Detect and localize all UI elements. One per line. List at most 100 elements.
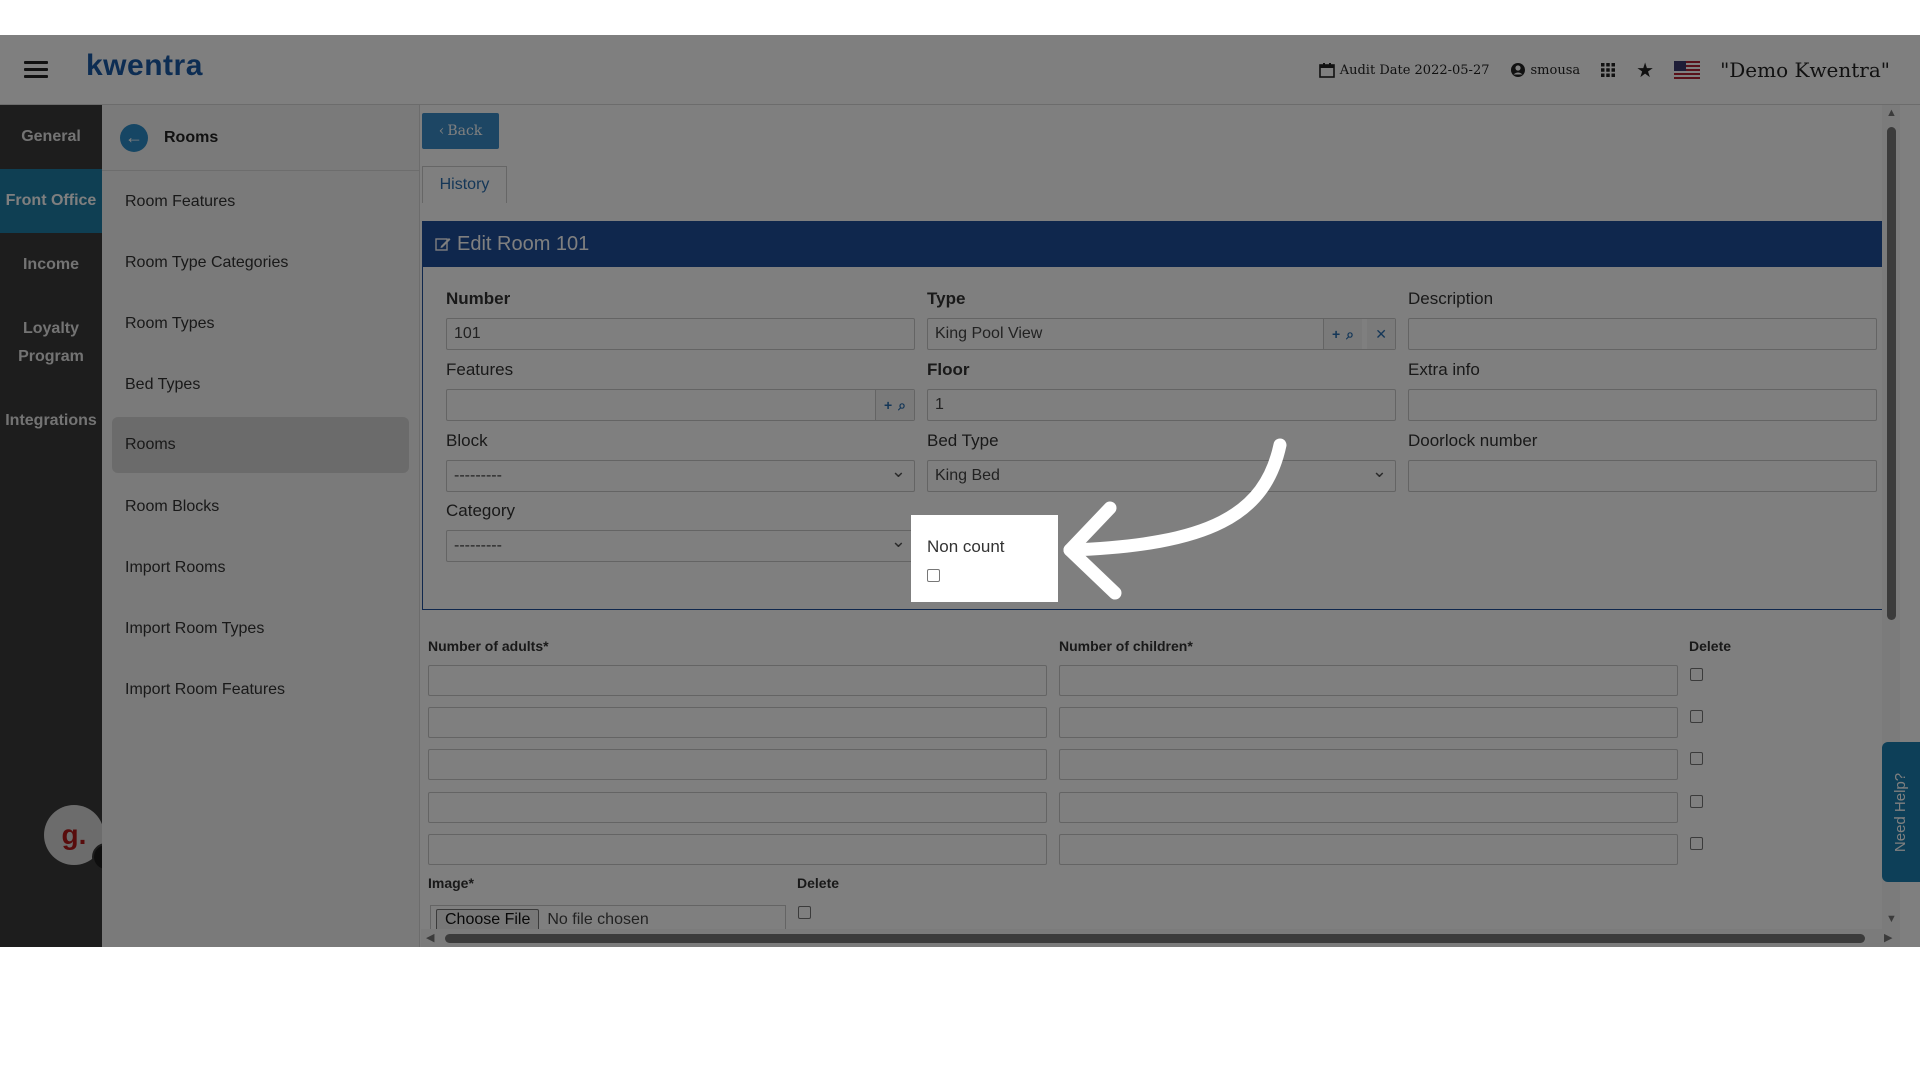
search-icon: ⌕ (898, 396, 906, 413)
rail-item-label: Loyalty Program (18, 320, 84, 365)
delete-checkbox[interactable] (1690, 752, 1703, 765)
search-icon: ⌕ (1346, 325, 1354, 342)
delete-checkbox[interactable] (1690, 668, 1703, 681)
vertical-scroll-thumb[interactable] (1887, 127, 1896, 620)
app-frame: kwentra Audit Date 2022-05-27 smousa ★ "… (0, 35, 1920, 947)
file-status: No file chosen (547, 911, 649, 928)
children-input[interactable] (1059, 749, 1678, 780)
panel-header: Edit Room 101 (423, 221, 1900, 267)
adults-input[interactable] (428, 665, 1047, 696)
adults-input[interactable] (428, 792, 1047, 823)
children-input[interactable] (1059, 665, 1678, 696)
children-input[interactable] (1059, 834, 1678, 865)
rail-item-front-office[interactable]: Front Office (0, 169, 102, 233)
star-icon[interactable]: ★ (1636, 58, 1654, 82)
rail-item-loyalty-program[interactable]: Loyalty Program (0, 297, 102, 389)
top-right-group: Audit Date 2022-05-27 smousa ★ "Demo Kwe… (1318, 35, 1890, 105)
image-column-header: Image* (428, 875, 474, 891)
features-add-search-button[interactable]: + ⌕ (874, 390, 914, 420)
subnav-header: ← Rooms (102, 105, 419, 171)
category-select[interactable]: --------- (446, 530, 915, 562)
subnav-item-bed-types[interactable]: Bed Types (102, 354, 419, 415)
adults-input[interactable] (428, 749, 1047, 780)
back-button[interactable]: ‹ Back (422, 113, 499, 149)
subnav-item-room-types[interactable]: Room Types (102, 293, 419, 354)
plus-icon: + (883, 397, 893, 413)
non-count-checkbox[interactable] (927, 569, 940, 582)
floor-input[interactable]: 1 (927, 389, 1396, 421)
image-delete-checkbox[interactable] (798, 906, 811, 919)
subnav-item-room-features[interactable]: Room Features (102, 171, 419, 232)
children-input[interactable] (1059, 707, 1678, 738)
block-select[interactable]: --------- (446, 460, 915, 492)
floor-field-group: Floor 1 (927, 360, 1396, 421)
type-label: Type (927, 289, 966, 308)
delete-checkbox[interactable] (1690, 710, 1703, 723)
sub-navigation: ← Rooms Room Features Room Type Categori… (102, 105, 420, 947)
rail-item-general[interactable]: General (0, 105, 102, 169)
subnav-item-import-rooms[interactable]: Import Rooms (102, 537, 419, 598)
number-label: Number (446, 289, 511, 308)
hotel-name[interactable]: "Demo Kwentra" (1720, 58, 1890, 82)
back-button-label: Back (447, 123, 483, 139)
edit-icon (435, 238, 451, 251)
category-field-group: Category --------- (446, 501, 915, 562)
horizontal-scroll-thumb[interactable] (445, 934, 1865, 943)
type-input[interactable]: King Pool View + ⌕ ✕ (927, 318, 1396, 350)
description-field-group: Description (1408, 289, 1877, 350)
need-help-label: Need Help? (1892, 772, 1910, 852)
us-flag-icon[interactable] (1674, 61, 1701, 79)
image-delete-column-header: Delete (797, 875, 840, 891)
app-logo[interactable]: kwentra (86, 49, 203, 83)
top-bar: kwentra Audit Date 2022-05-27 smousa ★ "… (0, 35, 1920, 105)
pointer-arrow-icon (1063, 438, 1287, 600)
adults-input[interactable] (428, 707, 1047, 738)
scroll-left-icon[interactable]: ◀ (426, 931, 434, 944)
type-clear-button[interactable]: ✕ (1367, 319, 1395, 349)
rail-item-integrations[interactable]: Integrations (0, 389, 102, 453)
audit-date[interactable]: Audit Date 2022-05-27 (1318, 62, 1490, 78)
apps-grid-icon[interactable] (1600, 62, 1616, 78)
delete-checkbox[interactable] (1690, 795, 1703, 808)
chevron-left-icon: ‹ (438, 123, 445, 139)
user-icon (1510, 63, 1525, 77)
plus-icon: + (1331, 326, 1341, 342)
subnav-item-import-room-types[interactable]: Import Room Types (102, 598, 419, 659)
close-icon: ✕ (1375, 325, 1387, 342)
arrow-left-icon[interactable]: ← (120, 123, 148, 152)
subnav-item-import-room-features[interactable]: Import Room Features (102, 659, 419, 720)
type-field-group: Type King Pool View + ⌕ ✕ (927, 289, 1396, 350)
description-input[interactable] (1408, 318, 1877, 350)
doorlock-field-group: Doorlock number (1408, 431, 1877, 492)
delete-checkbox[interactable] (1690, 837, 1703, 850)
choose-file-button[interactable]: Choose File (436, 909, 540, 931)
features-label: Features (446, 360, 514, 379)
non-count-label: Non count (927, 537, 1005, 556)
number-input[interactable]: 101 (446, 318, 915, 350)
type-add-search-button[interactable]: + ⌕ (1322, 319, 1362, 349)
tab-history[interactable]: History (422, 166, 507, 203)
extra-info-field-group: Extra info (1408, 360, 1877, 421)
subnav-item-room-blocks[interactable]: Room Blocks (102, 476, 419, 537)
scroll-down-icon[interactable]: ▼ (1886, 913, 1897, 925)
menu-icon[interactable] (24, 61, 48, 79)
scroll-right-icon[interactable]: ▶ (1884, 931, 1892, 944)
audit-date-text: Audit Date 2022-05-27 (1339, 62, 1490, 78)
scroll-up-icon[interactable]: ▲ (1886, 107, 1897, 119)
adults-column-header: Number of adults* (428, 638, 549, 654)
doorlock-input[interactable] (1408, 460, 1877, 492)
doorlock-label: Doorlock number (1408, 431, 1538, 450)
subnav-item-room-type-categories[interactable]: Room Type Categories (102, 232, 419, 293)
user-menu[interactable]: smousa (1510, 62, 1580, 78)
non-count-highlight: Non count (911, 515, 1058, 602)
adults-input[interactable] (428, 834, 1047, 865)
delete-column-header: Delete (1689, 638, 1732, 654)
features-input[interactable]: + ⌕ (446, 389, 915, 421)
horizontal-scrollbar[interactable]: ◀ ▶ (421, 929, 1900, 947)
rail-item-income[interactable]: Income (0, 233, 102, 297)
children-input[interactable] (1059, 792, 1678, 823)
need-help-tab[interactable]: Need Help? (1882, 742, 1920, 882)
extra-info-input[interactable] (1408, 389, 1877, 421)
features-field-group: Features + ⌕ (446, 360, 915, 421)
subnav-item-rooms[interactable]: Rooms (112, 417, 409, 473)
